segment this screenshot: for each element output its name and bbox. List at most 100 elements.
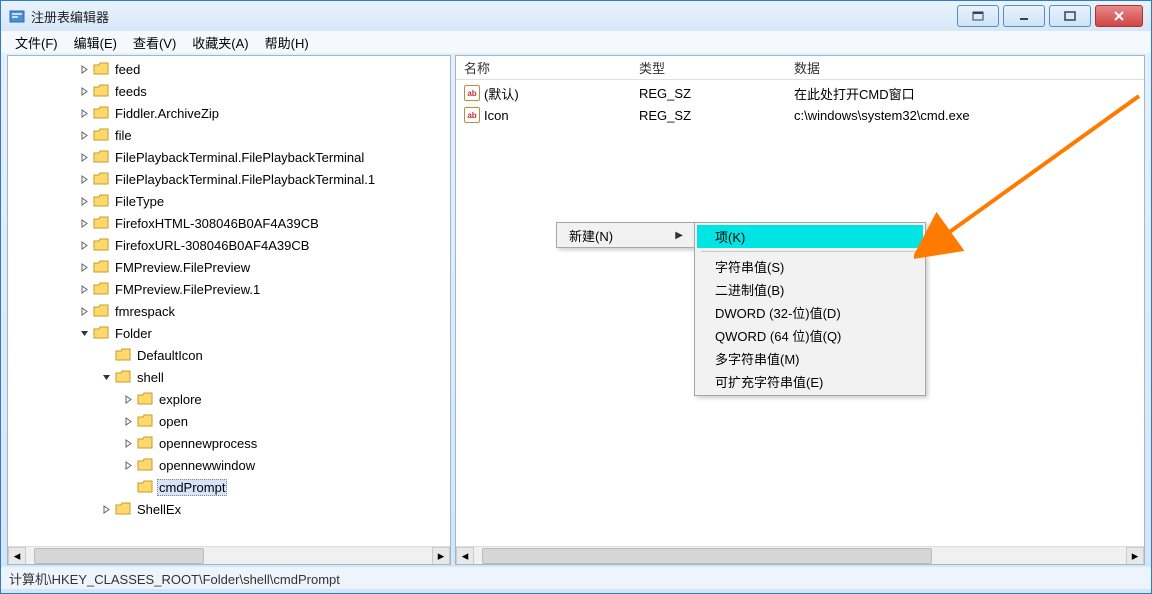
expand-toggle-icon[interactable]	[78, 261, 91, 274]
statusbar: 计算机\HKEY_CLASSES_ROOT\Folder\shell\cmdPr…	[1, 567, 1151, 589]
tree-item[interactable]: open	[8, 410, 450, 432]
tree-item-label: fmrespack	[113, 304, 177, 319]
ctx-new-dword[interactable]: DWORD (32-位)值(D)	[697, 301, 923, 324]
tree-item[interactable]: Fiddler.ArchiveZip	[8, 102, 450, 124]
folder-icon	[115, 502, 131, 516]
expand-toggle-icon[interactable]	[78, 283, 91, 296]
expand-toggle-icon[interactable]	[78, 217, 91, 230]
value-type: REG_SZ	[631, 86, 786, 101]
tree-item[interactable]: explore	[8, 388, 450, 410]
tree-item[interactable]: FMPreview.FilePreview.1	[8, 278, 450, 300]
tree-item-label: Folder	[113, 326, 154, 341]
folder-icon	[93, 282, 109, 296]
expand-toggle-icon[interactable]	[122, 393, 135, 406]
scroll-thumb[interactable]	[482, 548, 932, 564]
expand-toggle-icon[interactable]	[78, 129, 91, 142]
menu-help[interactable]: 帮助(H)	[257, 31, 317, 54]
scroll-right-button[interactable]: ▸	[432, 547, 450, 565]
minimize-button[interactable]	[1003, 5, 1045, 27]
expand-toggle-icon[interactable]	[122, 415, 135, 428]
folder-icon	[93, 238, 109, 252]
tree-item[interactable]: FilePlaybackTerminal.FilePlaybackTermina…	[8, 146, 450, 168]
tree-item[interactable]: FileType	[8, 190, 450, 212]
tree-item[interactable]: opennewprocess	[8, 432, 450, 454]
value-data: 在此处打开CMD窗口	[786, 84, 1144, 103]
regedit-window: 注册表编辑器 文件(F) 编辑(E) 查看(V) 收藏夹(A) 帮助(H) fe…	[0, 0, 1152, 594]
folder-icon	[137, 392, 153, 406]
menu-favorites[interactable]: 收藏夹(A)	[184, 31, 256, 54]
scroll-right-button[interactable]: ▸	[1126, 547, 1144, 565]
tree-item-label: opennewprocess	[157, 436, 259, 451]
ctx-new-expandstring[interactable]: 可扩充字符串值(E)	[697, 370, 923, 393]
menu-view[interactable]: 查看(V)	[125, 31, 184, 54]
minimize-button-extra[interactable]	[957, 5, 999, 27]
expand-toggle-icon[interactable]	[122, 459, 135, 472]
folder-icon	[93, 194, 109, 208]
tree[interactable]: feedfeedsFiddler.ArchiveZipfileFilePlayb…	[8, 56, 450, 550]
ctx-new-label: 新建(N)	[569, 226, 613, 245]
list-pane: 名称 类型 数据 ab(默认)REG_SZ在此处打开CMD窗口ab Icon REG…	[455, 55, 1145, 565]
tree-item[interactable]: FilePlaybackTerminal.FilePlaybackTermina…	[8, 168, 450, 190]
expand-toggle-icon[interactable]	[122, 437, 135, 450]
col-type[interactable]: 类型	[631, 55, 786, 80]
tree-item-label: FMPreview.FilePreview.1	[113, 282, 262, 297]
tree-item-label: cmdPrompt	[157, 479, 227, 496]
expand-toggle-icon[interactable]	[78, 151, 91, 164]
ctx-new[interactable]: 新建(N) ▶	[557, 223, 695, 247]
maximize-button[interactable]	[1049, 5, 1091, 27]
expand-toggle-icon[interactable]	[100, 371, 113, 384]
tree-item[interactable]: file	[8, 124, 450, 146]
tree-item[interactable]: DefaultIcon	[8, 344, 450, 366]
list-row[interactable]: abIconREG_SZc:\windows\system32\cmd.exe	[456, 104, 1144, 126]
menu-file[interactable]: 文件(F)	[7, 31, 66, 54]
ctx-new-qword[interactable]: QWORD (64 位)值(Q)	[697, 324, 923, 347]
tree-item-label: FMPreview.FilePreview	[113, 260, 252, 275]
scroll-track[interactable]	[474, 547, 1126, 565]
expand-toggle-icon[interactable]	[78, 85, 91, 98]
tree-item[interactable]: shell	[8, 366, 450, 388]
scroll-track[interactable]	[26, 547, 432, 565]
folder-icon	[115, 348, 131, 362]
tree-item[interactable]: FMPreview.FilePreview	[8, 256, 450, 278]
tree-item[interactable]: cmdPrompt	[8, 476, 450, 498]
tree-item[interactable]: FirefoxURL-308046B0AF4A39CB	[8, 234, 450, 256]
status-path: 计算机\HKEY_CLASSES_ROOT\Folder\shell\cmdPr…	[9, 569, 340, 588]
folder-icon	[93, 128, 109, 142]
expand-toggle-icon[interactable]	[78, 63, 91, 76]
tree-item[interactable]: fmrespack	[8, 300, 450, 322]
list-row[interactable]: ab(默认)REG_SZ在此处打开CMD窗口	[456, 82, 1144, 104]
tree-item-label: shell	[135, 370, 166, 385]
tree-item[interactable]: opennewwindow	[8, 454, 450, 476]
list-body[interactable]: ab(默认)REG_SZ在此处打开CMD窗口abIconREG_SZc:\win…	[456, 80, 1144, 126]
expand-toggle-icon[interactable]	[78, 239, 91, 252]
expand-toggle-icon[interactable]	[78, 305, 91, 318]
scroll-left-button[interactable]: ◂	[456, 547, 474, 565]
col-data[interactable]: 数据	[786, 55, 1144, 80]
expand-toggle-icon[interactable]	[78, 107, 91, 120]
ctx-new-key[interactable]: 项(K)	[697, 225, 923, 248]
expand-toggle-icon[interactable]	[78, 327, 91, 340]
string-value-icon: ab	[464, 107, 480, 123]
folder-icon	[137, 480, 153, 494]
tree-item-label: FilePlaybackTerminal.FilePlaybackTermina…	[113, 172, 377, 187]
expand-toggle-icon[interactable]	[78, 195, 91, 208]
folder-icon	[137, 414, 153, 428]
tree-item[interactable]: FirefoxHTML-308046B0AF4A39CB	[8, 212, 450, 234]
scroll-thumb[interactable]	[34, 548, 204, 564]
client-area: feedfeedsFiddler.ArchiveZipfileFilePlayb…	[1, 53, 1151, 567]
tree-item[interactable]: feeds	[8, 80, 450, 102]
scroll-left-button[interactable]: ◂	[8, 547, 26, 565]
ctx-new-binary[interactable]: 二进制值(B)	[697, 278, 923, 301]
expand-toggle-icon[interactable]	[100, 503, 113, 516]
value-name: Icon	[484, 108, 509, 123]
ctx-new-string[interactable]: 字符串值(S)	[697, 255, 923, 278]
tree-item[interactable]: feed	[8, 58, 450, 80]
tree-item[interactable]: ShellEx	[8, 498, 450, 520]
ctx-new-multistring[interactable]: 多字符串值(M)	[697, 347, 923, 370]
col-name[interactable]: 名称	[456, 55, 631, 80]
menu-edit[interactable]: 编辑(E)	[66, 31, 125, 54]
expand-toggle-icon[interactable]	[78, 173, 91, 186]
tree-item-label: feeds	[113, 84, 149, 99]
close-button[interactable]	[1095, 5, 1143, 27]
tree-item[interactable]: Folder	[8, 322, 450, 344]
